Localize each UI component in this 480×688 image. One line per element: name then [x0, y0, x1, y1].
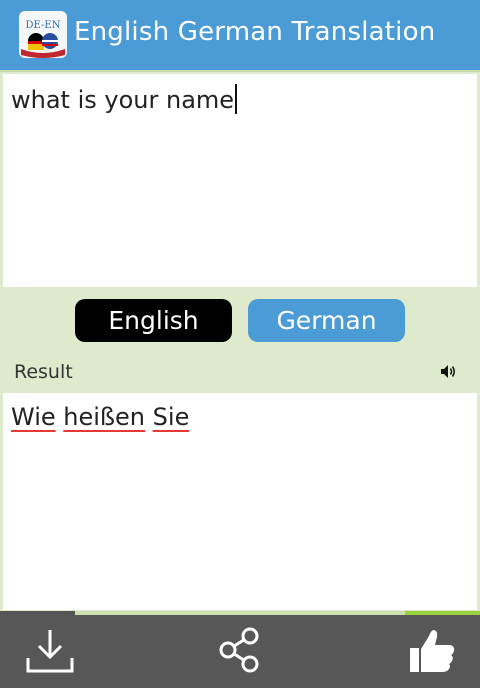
text-caret — [235, 84, 237, 114]
app-logo: DE-EN — [19, 11, 67, 58]
result-label: Result — [14, 361, 73, 383]
source-text-input[interactable]: what is your name — [3, 74, 477, 287]
source-language-button[interactable]: English — [75, 299, 232, 342]
result-word: Wie — [11, 403, 56, 431]
result-panel: Wie heißen Sie — [3, 393, 477, 610]
app-title: English German Translation — [74, 17, 436, 47]
download-button[interactable] — [0, 615, 100, 688]
result-text: Wie heißen Sie — [11, 403, 189, 431]
share-icon — [216, 625, 264, 679]
result-word: heißen — [63, 403, 146, 431]
download-icon — [24, 624, 76, 680]
like-button[interactable] — [382, 615, 480, 688]
bottom-toolbar — [0, 615, 480, 688]
source-text-value: what is your name — [11, 86, 235, 114]
result-word: Sie — [152, 403, 190, 431]
app-bar: DE-EN English German Translation — [0, 0, 480, 70]
thumbs-up-icon — [406, 624, 458, 680]
speaker-icon[interactable] — [440, 363, 458, 380]
target-language-button[interactable]: German — [248, 299, 405, 342]
appbar-divider — [0, 70, 480, 72]
share-button[interactable] — [190, 615, 290, 688]
svg-text:DE-EN: DE-EN — [26, 20, 61, 31]
